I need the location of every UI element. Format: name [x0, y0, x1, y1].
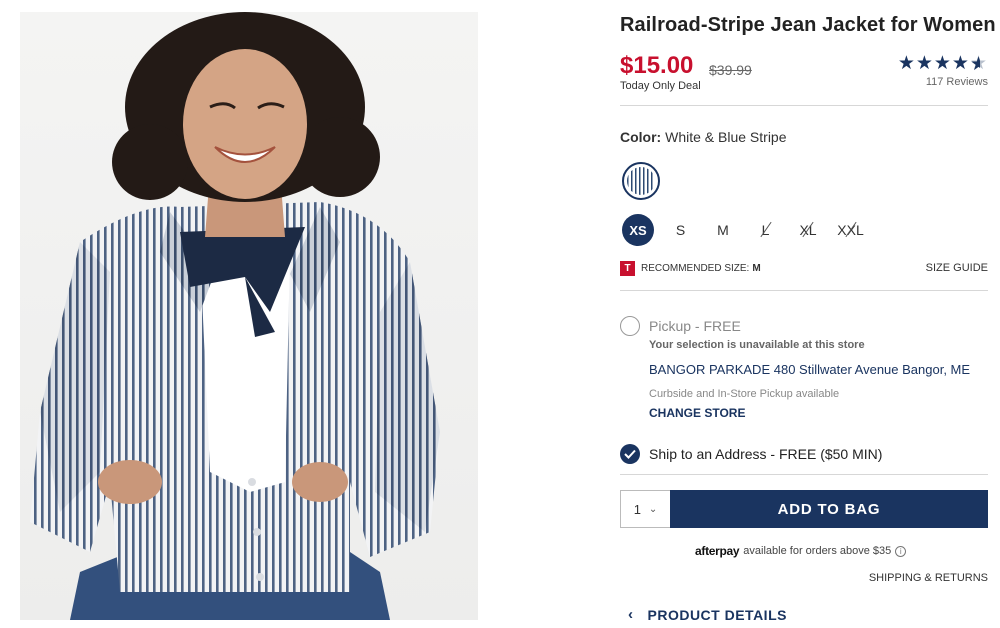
product-image	[20, 12, 478, 620]
chevron-down-icon: ⌄	[648, 503, 658, 515]
filled-stars-icon: ★★★★	[897, 53, 970, 74]
quantity-value: 1	[633, 501, 641, 517]
color-swatch-white-blue-stripe[interactable]	[622, 162, 660, 200]
product-title: Railroad-Stripe Jean Jacket for Women	[620, 14, 996, 36]
half-star-icon: ★	[970, 53, 988, 74]
reviews-link[interactable]: 117 Reviews	[926, 76, 988, 88]
quantity-select[interactable]: 1 ⌄	[620, 490, 670, 528]
checkmark-icon	[624, 449, 636, 459]
rating-stars[interactable]: ★★★★★	[898, 52, 988, 75]
color-label: Color: White & Blue Stripe	[620, 129, 787, 145]
size-guide-link[interactable]: SIZE GUIDE	[926, 262, 988, 274]
sale-price: $15.00	[620, 52, 694, 79]
store-address: BANGOR PARKADE 480 Stillwater Avenue Ban…	[649, 362, 971, 377]
pickup-radio[interactable]	[620, 316, 640, 336]
chevron-left-icon: ‹	[628, 606, 634, 623]
afterpay-note: afterpay available for orders above $35 …	[695, 544, 907, 558]
divider	[620, 105, 988, 106]
pickup-label: Pickup - FREE	[649, 318, 741, 334]
ship-label: Ship to an Address - FREE ($50 MIN)	[649, 446, 883, 462]
deal-label: Today Only Deal	[620, 80, 701, 92]
size-option-xs[interactable]: XS	[622, 214, 654, 246]
size-option-xxl[interactable]: XXL	[835, 214, 867, 246]
ship-radio[interactable]	[620, 444, 640, 464]
size-option-s[interactable]: S	[665, 214, 697, 246]
product-info-panel: Railroad-Stripe Jean Jacket for Women $1…	[620, 0, 996, 628]
color-value: White & Blue Stripe	[665, 129, 787, 145]
product-image-illustration	[30, 12, 440, 620]
divider	[620, 474, 988, 475]
size-selector: XS S M L XL XXL	[622, 214, 877, 246]
stripe-swatch-icon	[627, 167, 655, 195]
size-option-l[interactable]: L	[750, 214, 782, 246]
product-details-toggle[interactable]: ‹ PRODUCT DETAILS	[628, 606, 787, 623]
change-store-link[interactable]: CHANGE STORE	[649, 406, 745, 420]
recommended-size-value: M	[752, 263, 761, 274]
size-option-xl[interactable]: XL	[792, 214, 824, 246]
afterpay-logo: afterpay	[695, 544, 740, 558]
pickup-unavailable-note: Your selection is unavailable at this st…	[649, 339, 865, 351]
divider	[620, 290, 988, 291]
fit-tool-logo-icon: T	[620, 261, 635, 276]
color-label-key: Color:	[620, 129, 662, 145]
original-price: $39.99	[709, 62, 752, 78]
curbside-note: Curbside and In-Store Pickup available	[649, 388, 840, 400]
recommended-size: T RECOMMENDED SIZE: M	[620, 261, 761, 276]
product-details-label: PRODUCT DETAILS	[647, 606, 787, 623]
size-option-m[interactable]: M	[707, 214, 739, 246]
shipping-returns-link[interactable]: SHIPPING & RETURNS	[869, 572, 988, 584]
afterpay-text: available for orders above $35	[743, 545, 892, 557]
recommended-size-label: RECOMMENDED SIZE:	[641, 263, 750, 274]
add-to-bag-button[interactable]: ADD TO BAG	[670, 490, 988, 528]
info-icon[interactable]: i	[895, 545, 907, 557]
